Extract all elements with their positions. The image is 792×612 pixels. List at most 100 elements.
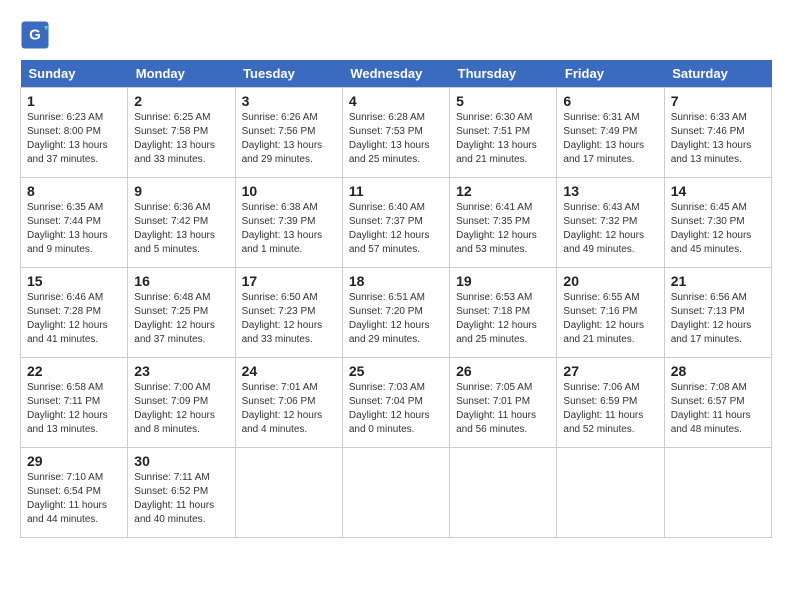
day-number: 29 [27, 453, 121, 469]
calendar-cell: 25 Sunrise: 7:03 AMSunset: 7:04 PMDayligh… [342, 358, 449, 448]
logo-icon: G [20, 20, 50, 50]
logo: G [20, 20, 54, 50]
cell-details: Sunrise: 7:03 AMSunset: 7:04 PMDaylight:… [349, 381, 443, 437]
calendar-cell: 24 Sunrise: 7:01 AMSunset: 7:06 PMDayligh… [235, 358, 342, 448]
week-row-3: 15 Sunrise: 6:46 AMSunset: 7:28 PMDayligh… [21, 268, 772, 358]
day-number: 18 [349, 273, 443, 289]
cell-details: Sunrise: 6:36 AMSunset: 7:42 PMDaylight:… [134, 201, 228, 257]
calendar-cell: 3 Sunrise: 6:26 AMSunset: 7:56 PMDaylight… [235, 88, 342, 178]
column-header-tuesday: Tuesday [235, 60, 342, 88]
day-number: 15 [27, 273, 121, 289]
week-row-1: 1 Sunrise: 6:23 AMSunset: 8:00 PMDaylight… [21, 88, 772, 178]
day-number: 2 [134, 93, 228, 109]
calendar-cell: 6 Sunrise: 6:31 AMSunset: 7:49 PMDaylight… [557, 88, 664, 178]
day-number: 11 [349, 183, 443, 199]
cell-details: Sunrise: 6:26 AMSunset: 7:56 PMDaylight:… [242, 111, 336, 167]
day-number: 12 [456, 183, 550, 199]
cell-details: Sunrise: 6:25 AMSunset: 7:58 PMDaylight:… [134, 111, 228, 167]
cell-details: Sunrise: 6:23 AMSunset: 8:00 PMDaylight:… [27, 111, 121, 167]
day-number: 14 [671, 183, 765, 199]
day-number: 7 [671, 93, 765, 109]
cell-details: Sunrise: 6:31 AMSunset: 7:49 PMDaylight:… [563, 111, 657, 167]
cell-details: Sunrise: 6:43 AMSunset: 7:32 PMDaylight:… [563, 201, 657, 257]
cell-details: Sunrise: 7:10 AMSunset: 6:54 PMDaylight:… [27, 471, 121, 527]
cell-details: Sunrise: 6:50 AMSunset: 7:23 PMDaylight:… [242, 291, 336, 347]
cell-details: Sunrise: 7:11 AMSunset: 6:52 PMDaylight:… [134, 471, 228, 527]
calendar-cell: 11Sunrise: 6:40 AMSunset: 7:37 PMDayligh… [342, 178, 449, 268]
calendar-cell: 23 Sunrise: 7:00 AMSunset: 7:09 PMDayligh… [128, 358, 235, 448]
cell-details: Sunrise: 7:06 AMSunset: 6:59 PMDaylight:… [563, 381, 657, 437]
day-number: 24 [242, 363, 336, 379]
cell-details: Sunrise: 6:46 AMSunset: 7:28 PMDaylight:… [27, 291, 121, 347]
calendar-cell: 12 Sunrise: 6:41 AMSunset: 7:35 PMDayligh… [450, 178, 557, 268]
week-row-5: 29 Sunrise: 7:10 AMSunset: 6:54 PMDayligh… [21, 448, 772, 538]
cell-details: Sunrise: 6:53 AMSunset: 7:18 PMDaylight:… [456, 291, 550, 347]
day-number: 28 [671, 363, 765, 379]
calendar-cell: 22 Sunrise: 6:58 AMSunset: 7:11 PMDayligh… [21, 358, 128, 448]
day-number: 13 [563, 183, 657, 199]
svg-text:G: G [29, 27, 41, 44]
calendar-cell: 7 Sunrise: 6:33 AMSunset: 7:46 PMDaylight… [664, 88, 771, 178]
calendar-cell: 13 Sunrise: 6:43 AMSunset: 7:32 PMDayligh… [557, 178, 664, 268]
week-row-2: 8 Sunrise: 6:35 AMSunset: 7:44 PMDaylight… [21, 178, 772, 268]
cell-details: Sunrise: 6:28 AMSunset: 7:53 PMDaylight:… [349, 111, 443, 167]
day-number: 20 [563, 273, 657, 289]
calendar-cell [450, 448, 557, 538]
calendar-cell: 4 Sunrise: 6:28 AMSunset: 7:53 PMDaylight… [342, 88, 449, 178]
cell-details: Sunrise: 6:45 AMSunset: 7:30 PMDaylight:… [671, 201, 765, 257]
day-number: 23 [134, 363, 228, 379]
day-number: 19 [456, 273, 550, 289]
column-header-sunday: Sunday [21, 60, 128, 88]
calendar-cell: 28 Sunrise: 7:08 AMSunset: 6:57 PMDayligh… [664, 358, 771, 448]
column-header-monday: Monday [128, 60, 235, 88]
calendar-cell [664, 448, 771, 538]
calendar-cell: 29 Sunrise: 7:10 AMSunset: 6:54 PMDayligh… [21, 448, 128, 538]
cell-details: Sunrise: 6:51 AMSunset: 7:20 PMDaylight:… [349, 291, 443, 347]
day-number: 27 [563, 363, 657, 379]
week-row-4: 22 Sunrise: 6:58 AMSunset: 7:11 PMDayligh… [21, 358, 772, 448]
column-header-saturday: Saturday [664, 60, 771, 88]
calendar-cell [342, 448, 449, 538]
calendar-cell: 2 Sunrise: 6:25 AMSunset: 7:58 PMDaylight… [128, 88, 235, 178]
calendar-cell: 5Sunrise: 6:30 AMSunset: 7:51 PMDaylight… [450, 88, 557, 178]
cell-details: Sunrise: 6:41 AMSunset: 7:35 PMDaylight:… [456, 201, 550, 257]
cell-details: Sunrise: 6:35 AMSunset: 7:44 PMDaylight:… [27, 201, 121, 257]
day-number: 3 [242, 93, 336, 109]
calendar-cell: 9 Sunrise: 6:36 AMSunset: 7:42 PMDaylight… [128, 178, 235, 268]
calendar-header-row: SundayMondayTuesdayWednesdayThursdayFrid… [21, 60, 772, 88]
calendar-cell: 20 Sunrise: 6:55 AMSunset: 7:16 PMDayligh… [557, 268, 664, 358]
cell-details: Sunrise: 6:33 AMSunset: 7:46 PMDaylight:… [671, 111, 765, 167]
cell-details: Sunrise: 6:58 AMSunset: 7:11 PMDaylight:… [27, 381, 121, 437]
day-number: 25 [349, 363, 443, 379]
column-header-friday: Friday [557, 60, 664, 88]
calendar-cell: 17 Sunrise: 6:50 AMSunset: 7:23 PMDayligh… [235, 268, 342, 358]
calendar-cell: 14 Sunrise: 6:45 AMSunset: 7:30 PMDayligh… [664, 178, 771, 268]
calendar-cell: 16Sunrise: 6:48 AMSunset: 7:25 PMDayligh… [128, 268, 235, 358]
day-number: 6 [563, 93, 657, 109]
calendar-cell [235, 448, 342, 538]
day-number: 10 [242, 183, 336, 199]
day-number: 22 [27, 363, 121, 379]
cell-details: Sunrise: 7:00 AMSunset: 7:09 PMDaylight:… [134, 381, 228, 437]
cell-details: Sunrise: 6:38 AMSunset: 7:39 PMDaylight:… [242, 201, 336, 257]
cell-details: Sunrise: 6:55 AMSunset: 7:16 PMDaylight:… [563, 291, 657, 347]
calendar-cell: 18 Sunrise: 6:51 AMSunset: 7:20 PMDayligh… [342, 268, 449, 358]
day-number: 4 [349, 93, 443, 109]
calendar-cell: 8 Sunrise: 6:35 AMSunset: 7:44 PMDaylight… [21, 178, 128, 268]
cell-details: Sunrise: 7:08 AMSunset: 6:57 PMDaylight:… [671, 381, 765, 437]
cell-details: Sunrise: 7:01 AMSunset: 7:06 PMDaylight:… [242, 381, 336, 437]
cell-details: Sunrise: 7:05 AMSunset: 7:01 PMDaylight:… [456, 381, 550, 437]
day-number: 9 [134, 183, 228, 199]
column-header-wednesday: Wednesday [342, 60, 449, 88]
calendar-cell: 19 Sunrise: 6:53 AMSunset: 7:18 PMDayligh… [450, 268, 557, 358]
calendar-cell: 27 Sunrise: 7:06 AMSunset: 6:59 PMDayligh… [557, 358, 664, 448]
calendar-cell: 10 Sunrise: 6:38 AMSunset: 7:39 PMDayligh… [235, 178, 342, 268]
day-number: 17 [242, 273, 336, 289]
calendar-cell: 15 Sunrise: 6:46 AMSunset: 7:28 PMDayligh… [21, 268, 128, 358]
day-number: 30 [134, 453, 228, 469]
calendar-cell: 30 Sunrise: 7:11 AMSunset: 6:52 PMDayligh… [128, 448, 235, 538]
page-header: G [20, 20, 772, 50]
day-number: 1 [27, 93, 121, 109]
day-number: 8 [27, 183, 121, 199]
day-number: 16 [134, 273, 228, 289]
